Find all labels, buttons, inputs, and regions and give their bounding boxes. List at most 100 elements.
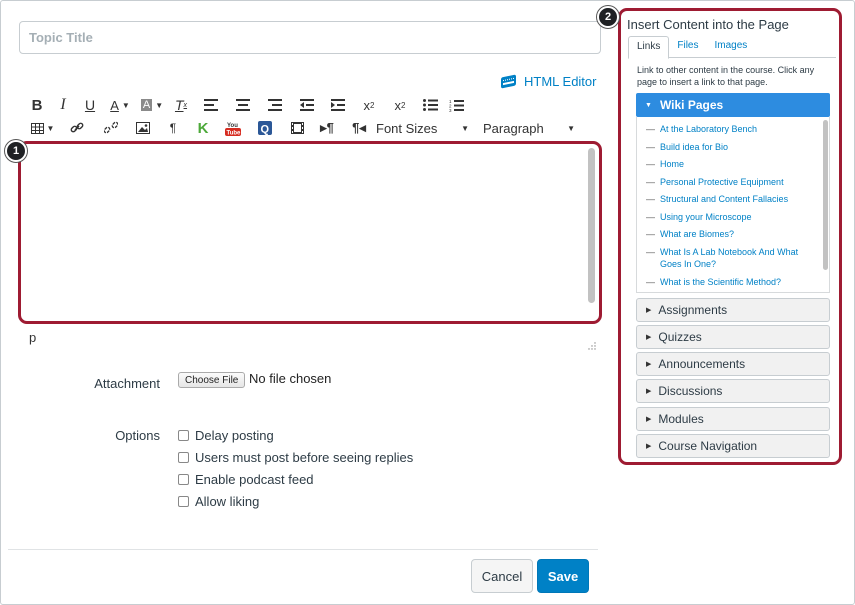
align-right-button[interactable]	[259, 94, 291, 116]
bullet-list-button[interactable]	[415, 94, 445, 116]
list-item[interactable]: — What are Biomes?	[646, 228, 816, 240]
post-before-replies-checkbox[interactable]	[178, 452, 189, 463]
section-quizzes[interactable]: ▶ Quizzes	[636, 325, 830, 349]
numbered-list-button[interactable]: 123	[445, 94, 467, 116]
numbered-list-icon: 123	[449, 99, 464, 112]
paragraph-dropdown[interactable]: Paragraph ▼	[483, 117, 575, 139]
editor-scrollbar[interactable]	[588, 148, 595, 303]
delay-posting-checkbox[interactable]	[178, 430, 189, 441]
paragraph-label: Paragraph	[483, 120, 544, 136]
svg-text:Q: Q	[261, 124, 270, 136]
list-item[interactable]: — At the Laboratory Bench	[646, 123, 816, 135]
cancel-button[interactable]: Cancel	[471, 559, 533, 593]
background-color-icon: A	[140, 99, 153, 111]
rtl-button[interactable]: ¶◂	[342, 117, 376, 139]
editor-toolbar-row-1: B I U A ▼ A ▼ Tx x2 x2 123	[25, 94, 467, 116]
insert-embed-button[interactable]: ¶	[158, 117, 188, 139]
align-right-icon	[268, 99, 282, 111]
allow-liking-checkbox[interactable]	[178, 496, 189, 507]
list-item[interactable]: — What is the Scientific Method?	[646, 276, 816, 288]
section-modules[interactable]: ▶ Modules	[636, 407, 830, 431]
section-course-navigation[interactable]: ▶ Course Navigation	[636, 434, 830, 458]
wiki-page-link[interactable]: What is the Scientific Method?	[660, 276, 781, 288]
font-sizes-dropdown[interactable]: Font Sizes ▼	[376, 117, 483, 139]
media-button[interactable]	[282, 117, 312, 139]
text-color-button[interactable]: A ▼	[103, 94, 137, 116]
wiki-pages-header[interactable]: ▼ Wiki Pages	[636, 93, 830, 117]
resize-handle-icon[interactable]	[587, 341, 596, 350]
wiki-pages-list: — At the Laboratory Bench — Build idea for…	[636, 117, 830, 293]
callout-badge-1: 1	[5, 140, 27, 162]
background-color-button[interactable]: A ▼	[137, 94, 167, 116]
list-item[interactable]: — Personal Protective Equipment	[646, 176, 816, 188]
svg-text:Tube: Tube	[227, 130, 242, 136]
section-announcements[interactable]: ▶ Announcements	[636, 352, 830, 376]
no-file-text: No file chosen	[249, 371, 332, 386]
superscript-button[interactable]: x2	[353, 94, 385, 116]
list-item[interactable]: — Build idea for Bio	[646, 141, 816, 153]
outdent-icon	[300, 99, 314, 111]
wiki-page-link[interactable]: What Is A Lab Notebook And What Goes In …	[660, 246, 816, 270]
svg-text:3: 3	[449, 108, 452, 112]
italic-button[interactable]: I	[49, 94, 77, 116]
kaltura-k-icon[interactable]: K	[188, 117, 218, 139]
element-path: p	[29, 330, 37, 345]
clear-formatting-button[interactable]: Tx	[167, 94, 195, 116]
list-item[interactable]: — Using your Microscope	[646, 211, 816, 223]
caret-down-icon: ▼	[645, 101, 652, 109]
list-item[interactable]: — Home	[646, 158, 816, 170]
align-left-icon	[204, 99, 218, 111]
choose-file-button[interactable]: Choose File	[178, 372, 246, 388]
html-editor-label: HTML Editor	[524, 73, 597, 89]
align-center-icon	[236, 99, 250, 111]
remove-link-button[interactable]	[94, 117, 128, 139]
option-delay-posting[interactable]: Delay posting	[178, 428, 274, 443]
caret-right-icon: ▶	[646, 307, 652, 314]
section-label: Course Navigation	[658, 439, 758, 453]
section-discussions[interactable]: ▶ Discussions	[636, 379, 830, 403]
align-left-button[interactable]	[195, 94, 227, 116]
bold-button[interactable]: B	[25, 94, 49, 116]
section-label: Assignments	[658, 303, 728, 317]
wiki-page-link[interactable]: What are Biomes?	[660, 228, 734, 240]
quizlet-button[interactable]: Q	[248, 117, 282, 139]
rich-content-editor[interactable]	[18, 141, 602, 324]
wiki-page-link[interactable]: At the Laboratory Bench	[660, 123, 757, 135]
wiki-list-scrollbar[interactable]	[823, 120, 828, 270]
list-item[interactable]: — Structural and Content Fallacies	[646, 193, 816, 205]
wiki-page-link[interactable]: Build idea for Bio	[660, 141, 728, 153]
topic-title-input[interactable]	[19, 21, 601, 54]
table-button[interactable]: ▼	[25, 117, 60, 139]
list-item[interactable]: — What Is A Lab Notebook And What Goes In…	[646, 246, 816, 270]
text-color-icon: A	[110, 97, 119, 113]
option-label: Delay posting	[195, 428, 274, 443]
outdent-button[interactable]	[291, 94, 323, 116]
save-button[interactable]: Save	[537, 559, 589, 593]
tab-files[interactable]: Files	[669, 36, 706, 58]
insert-image-button[interactable]	[128, 117, 158, 139]
footer-divider	[8, 549, 598, 550]
align-center-button[interactable]	[227, 94, 259, 116]
option-podcast-feed[interactable]: Enable podcast feed	[178, 472, 314, 487]
wiki-page-link[interactable]: Using your Microscope	[660, 211, 752, 223]
underline-button[interactable]: U	[77, 94, 103, 116]
caret-right-icon: ▶	[646, 443, 652, 450]
html-editor-toggle[interactable]: HTML Editor	[501, 72, 596, 90]
keyboard-icon	[501, 73, 516, 89]
sidebar-description: Link to other content in the course. Cli…	[637, 65, 815, 87]
wiki-page-link[interactable]: Home	[660, 158, 684, 170]
youtube-button[interactable]: You Tube	[218, 117, 248, 139]
indent-button[interactable]	[323, 94, 353, 116]
subscript-button[interactable]: x2	[385, 94, 415, 116]
wiki-page-link[interactable]: Structural and Content Fallacies	[660, 193, 788, 205]
option-post-before-replies[interactable]: Users must post before seeing replies	[178, 450, 413, 465]
podcast-feed-checkbox[interactable]	[178, 474, 189, 485]
wiki-page-link[interactable]: Personal Protective Equipment	[660, 176, 784, 188]
sidebar-tabs: Links Files Images	[628, 36, 836, 59]
tab-images[interactable]: Images	[706, 36, 755, 58]
tab-links[interactable]: Links	[628, 36, 670, 59]
insert-link-button[interactable]	[60, 117, 94, 139]
section-assignments[interactable]: ▶ Assignments	[636, 298, 830, 322]
ltr-button[interactable]: ▸¶	[312, 117, 342, 139]
option-allow-liking[interactable]: Allow liking	[178, 494, 259, 509]
